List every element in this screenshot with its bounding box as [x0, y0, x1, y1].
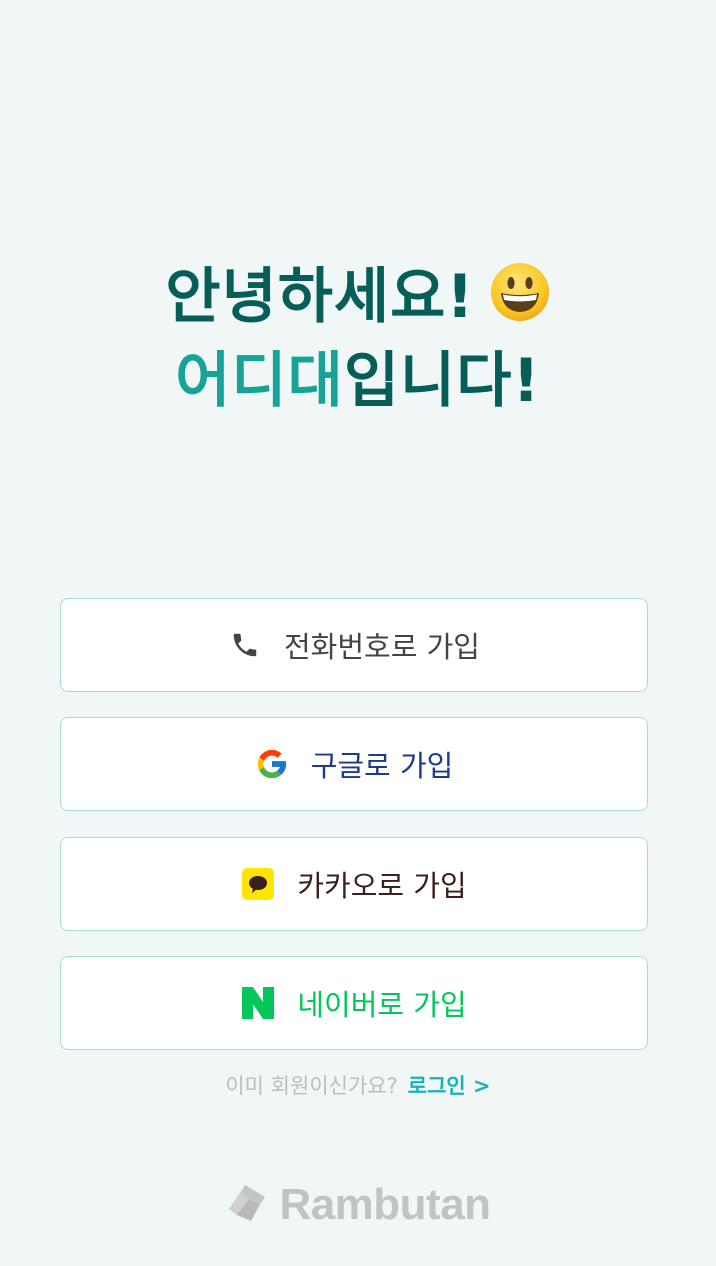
- google-logo-icon: [255, 747, 289, 781]
- kakao-signup-button[interactable]: 카카오로 가입: [60, 837, 648, 931]
- brand-name-highlight: 어디대: [175, 346, 344, 416]
- greeting-line2-rest: 입니다!: [343, 346, 541, 416]
- naver-signup-button[interactable]: 네이버로 가입: [60, 956, 648, 1050]
- greeting-line2: 어디대입니다!: [0, 342, 716, 420]
- naver-logo-icon: [241, 986, 275, 1020]
- greeting-line1: 안녕하세요!: [0, 258, 716, 342]
- login-link[interactable]: 로그인 >: [408, 1074, 491, 1098]
- phone-icon: [228, 628, 262, 662]
- google-signup-label: 구글로 가입: [310, 749, 454, 783]
- grinning-face-icon: [489, 261, 551, 342]
- phone-signup-label: 전화번호로 가입: [284, 630, 480, 664]
- footer-brand: Rambutan: [0, 1180, 716, 1230]
- google-signup-button[interactable]: 구글로 가입: [60, 717, 648, 811]
- kakao-signup-label: 카카오로 가입: [297, 869, 467, 903]
- naver-signup-label: 네이버로 가입: [297, 988, 467, 1022]
- brand-wordmark: Rambutan: [279, 1180, 491, 1229]
- greeting-heading: 안녕하세요! 어디대입니다!: [0, 258, 716, 420]
- signup-screen: 안녕하세요! 어디대입니다! 전화번호로 가입 구글로 가입 카카오로 가입 네…: [0, 0, 716, 1266]
- phone-signup-button[interactable]: 전화번호로 가입: [60, 598, 648, 692]
- login-prompt: 이미 회원이신가요? 로그인 >: [0, 1070, 716, 1100]
- rambutan-logo-icon: [225, 1181, 271, 1229]
- greeting-text: 안녕하세요!: [165, 262, 475, 332]
- kakao-talk-icon: [241, 867, 275, 901]
- already-member-text: 이미 회원이신가요?: [225, 1074, 398, 1098]
